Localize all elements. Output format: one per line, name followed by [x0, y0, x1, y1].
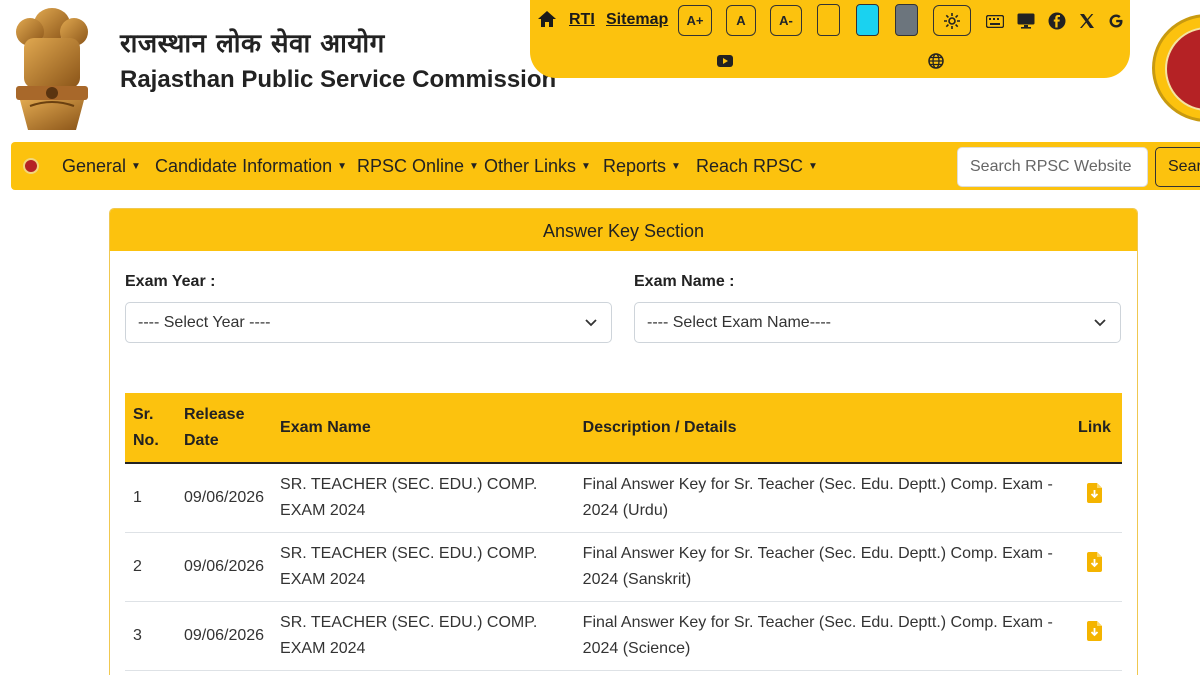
- cell-sr: 1: [125, 463, 176, 533]
- utility-bar: RTI Sitemap A+ A A-: [530, 0, 1130, 78]
- keyboard-icon[interactable]: [985, 11, 1005, 31]
- download-file-icon[interactable]: [1086, 552, 1102, 581]
- site-title-hindi: राजस्थान लोक सेवा आयोग: [120, 29, 385, 59]
- download-file-icon[interactable]: [1086, 621, 1102, 650]
- cell-link: [1066, 601, 1122, 671]
- font-increase-button[interactable]: A+: [678, 5, 712, 36]
- chevron-down-icon: ▼: [337, 161, 348, 172]
- globe-icon[interactable]: [926, 51, 946, 71]
- rpsc-seal-logo: [1152, 14, 1200, 122]
- default-theme-swatch[interactable]: [817, 4, 840, 36]
- facebook-icon[interactable]: [1047, 11, 1067, 31]
- settings-icon[interactable]: [933, 5, 971, 36]
- section-title: Answer Key Section: [110, 209, 1137, 251]
- chevron-down-icon: ▼: [469, 161, 479, 172]
- exam-name-value: ---- Select Exam Name----: [647, 313, 832, 331]
- font-normal-button[interactable]: A: [726, 5, 756, 36]
- rpsc-page: राजस्थान लोक सेवा आयोग Rajasthan Public …: [0, 0, 1200, 675]
- cell-date: 09/06/2026: [175, 601, 273, 671]
- col-sr-no: Sr. No.: [125, 393, 176, 464]
- search-button[interactable]: Search: [1155, 147, 1200, 187]
- chevron-down-icon: ▼: [581, 161, 591, 172]
- chevron-down-icon: ▼: [808, 161, 818, 172]
- nav-general[interactable]: General ▼: [62, 156, 141, 177]
- youtube-icon[interactable]: [715, 51, 735, 71]
- cell-description: Final Answer Key for Sr. Teacher (Sec. E…: [574, 532, 1067, 602]
- cell-exam: SR. TEACHER (SEC. EDU.) COMP. EXAM 2024: [272, 601, 575, 671]
- nav-reach-rpsc[interactable]: Reach RPSC ▼: [696, 156, 818, 177]
- cyan-theme-swatch[interactable]: [856, 4, 879, 36]
- cell-link: [1066, 463, 1122, 533]
- cell-sr: 2: [125, 532, 176, 602]
- site-title-english: Rajasthan Public Service Commission: [120, 66, 557, 93]
- home-icon[interactable]: [537, 10, 557, 33]
- exam-year-select[interactable]: ---- Select Year ----: [125, 302, 612, 343]
- rti-link[interactable]: RTI: [569, 11, 595, 29]
- cell-link: [1066, 532, 1122, 602]
- col-exam-name: Exam Name: [272, 393, 575, 464]
- table-header-row: Sr. No. Release Date Exam Name Descripti…: [125, 393, 1122, 464]
- col-release-date: Release Date: [175, 393, 273, 464]
- monitor-icon[interactable]: [1016, 11, 1036, 31]
- national-emblem-logo: [10, 2, 94, 134]
- nav-home-logo[interactable]: [23, 158, 39, 174]
- col-link: Link: [1066, 393, 1122, 464]
- download-file-icon[interactable]: [1086, 483, 1102, 512]
- nav-candidate-information[interactable]: Candidate Information ▼: [155, 156, 347, 177]
- cell-sr: 3: [125, 601, 176, 671]
- nav-reports[interactable]: Reports ▼: [603, 156, 681, 177]
- nav-other-links[interactable]: Other Links ▼: [484, 156, 591, 177]
- cell-date: 09/06/2026: [175, 463, 273, 533]
- main-navbar: General ▼ Candidate Information ▼ RPSC Onl…: [11, 142, 1200, 190]
- chevron-down-icon: [584, 315, 598, 334]
- cell-description: Final Answer Key for Sr. Teacher (Sec. E…: [574, 601, 1067, 671]
- nav-candidate-information-label: Candidate Information: [155, 156, 333, 176]
- chevron-down-icon: ▼: [671, 161, 681, 172]
- table-row: 2 09/06/2026 SR. TEACHER (SEC. EDU.) COM…: [125, 532, 1122, 602]
- google-icon[interactable]: [1106, 11, 1126, 31]
- answer-key-table: Sr. No. Release Date Exam Name Descripti…: [125, 393, 1122, 671]
- nav-other-links-label: Other Links: [484, 156, 577, 176]
- cell-description: Final Answer Key for Sr. Teacher (Sec. E…: [574, 463, 1067, 533]
- nav-general-label: General: [62, 156, 127, 176]
- search-input[interactable]: [957, 147, 1148, 187]
- nav-rpsc-online[interactable]: RPSC Online ▼: [357, 156, 479, 177]
- chevron-down-icon: [1093, 315, 1107, 334]
- cell-exam: SR. TEACHER (SEC. EDU.) COMP. EXAM 2024: [272, 532, 575, 602]
- sitemap-link[interactable]: Sitemap: [606, 11, 668, 29]
- x-icon[interactable]: [1077, 11, 1097, 31]
- grey-theme-swatch[interactable]: [895, 4, 918, 36]
- font-decrease-button[interactable]: A-: [770, 5, 802, 36]
- table-row: 1 09/06/2026 SR. TEACHER (SEC. EDU.) COM…: [125, 463, 1122, 533]
- exam-year-value: ---- Select Year ----: [138, 313, 271, 331]
- nav-reports-label: Reports: [603, 156, 667, 176]
- col-description: Description / Details: [574, 393, 1067, 464]
- exam-name-select[interactable]: ---- Select Exam Name----: [634, 302, 1121, 343]
- table-row: 3 09/06/2026 SR. TEACHER (SEC. EDU.) COM…: [125, 601, 1122, 671]
- nav-reach-rpsc-label: Reach RPSC: [696, 156, 804, 176]
- cell-exam: SR. TEACHER (SEC. EDU.) COMP. EXAM 2024: [272, 463, 575, 533]
- exam-name-label: Exam Name :: [634, 273, 735, 290]
- exam-year-label: Exam Year :: [125, 273, 216, 290]
- nav-rpsc-online-label: RPSC Online: [357, 156, 465, 176]
- chevron-down-icon: ▼: [131, 161, 141, 172]
- cell-date: 09/06/2026: [175, 532, 273, 602]
- answer-key-card: Answer Key Section Exam Year : ---- Sele…: [109, 208, 1138, 675]
